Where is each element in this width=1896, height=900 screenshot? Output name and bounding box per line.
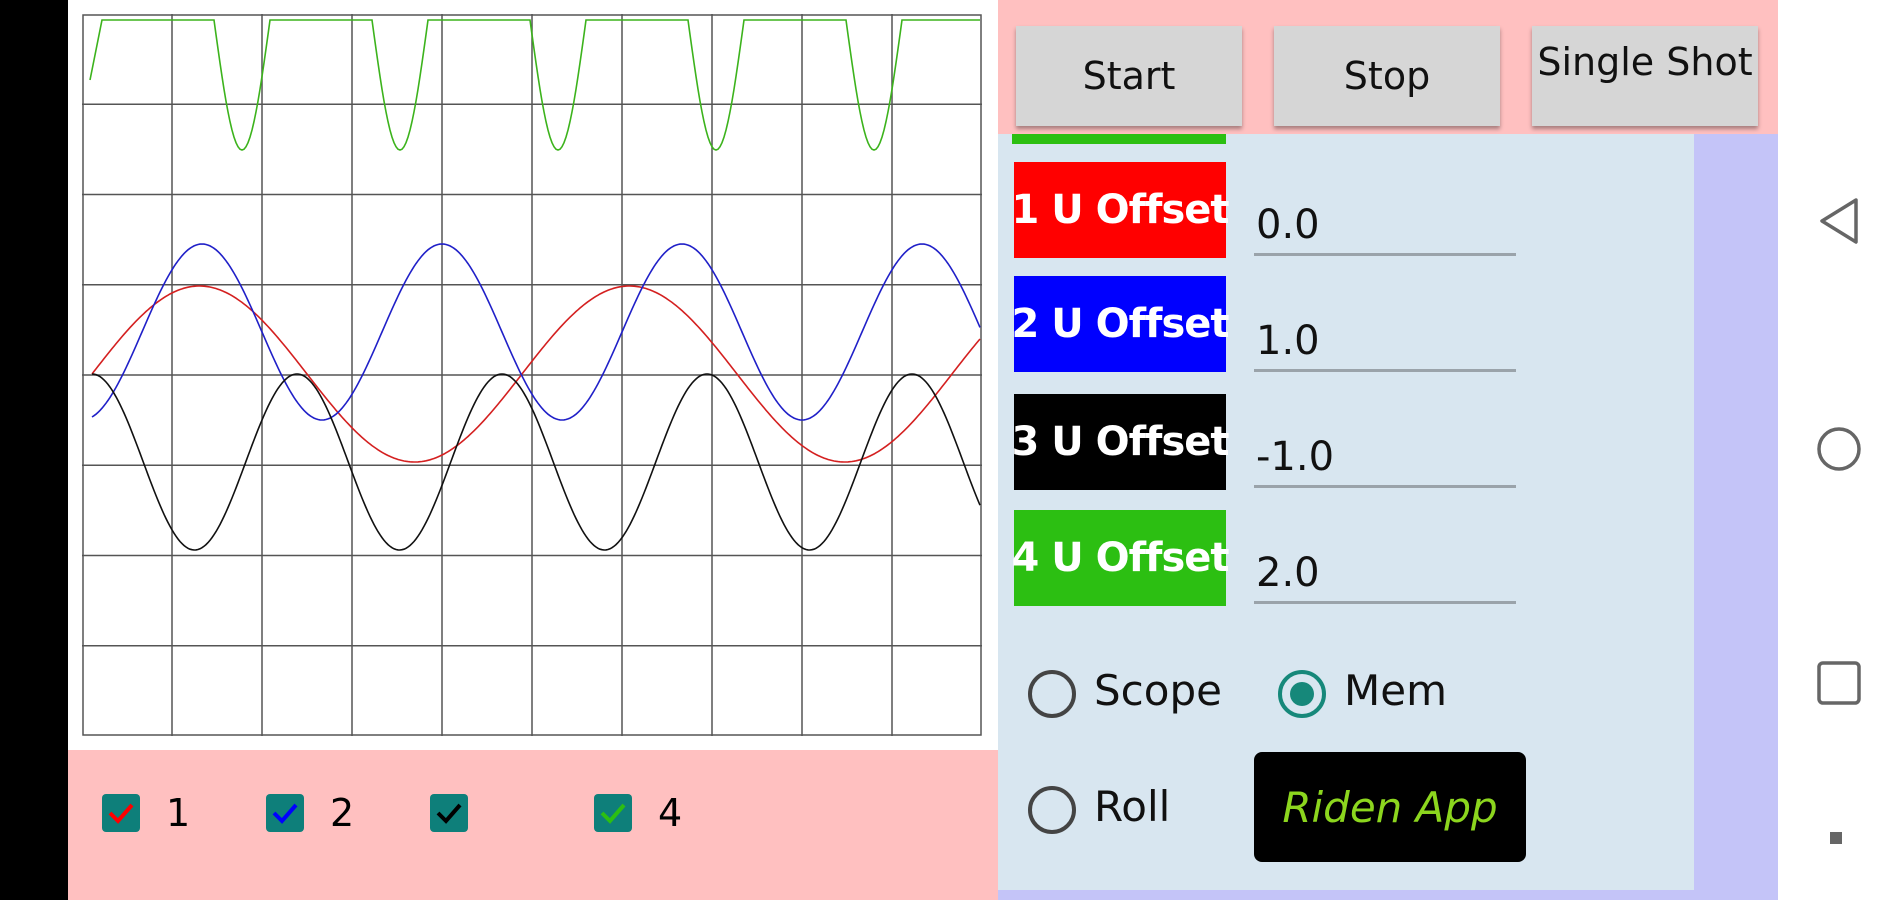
scrolled-item-edge — [1012, 134, 1226, 144]
offset-input-channel-1[interactable]: 0.0 — [1254, 196, 1516, 256]
trace-channel-4 — [89, 19, 980, 151]
trace-channel-1 — [91, 285, 981, 463]
start-button[interactable]: Start — [1016, 26, 1242, 126]
scope-mode-label: Scope — [1094, 666, 1222, 715]
offset-input-channel-2[interactable]: 1.0 — [1254, 312, 1516, 372]
mem-mode-label: Mem — [1344, 666, 1447, 715]
checkbox-channel-2[interactable] — [266, 794, 304, 832]
offset-label-channel-2: 2 U Offset — [1011, 276, 1230, 372]
scope-mode-radio[interactable] — [1028, 670, 1076, 718]
checkbox-channel-4[interactable] — [594, 794, 632, 832]
checkmark-icon — [272, 803, 298, 824]
channel-4-toggle[interactable]: 4 — [576, 752, 724, 874]
mem-mode-radio[interactable] — [1278, 670, 1326, 718]
checkmark-icon — [600, 803, 626, 824]
riden-app-button[interactable]: Riden App — [1254, 752, 1526, 862]
checkbox-channel-3[interactable] — [430, 794, 468, 832]
offset-input-channel-3[interactable]: -1.0 — [1254, 428, 1516, 488]
scope-grid — [82, 14, 982, 736]
radio-selected-dot — [1290, 682, 1314, 706]
channel-2-toggle[interactable]: 2 — [248, 752, 396, 874]
channel-1-label: 1 — [166, 791, 191, 835]
checkmark-icon — [436, 803, 462, 824]
offset-label-channel-1: 1 U Offset — [1011, 162, 1230, 258]
roll-mode-radio[interactable] — [1028, 786, 1076, 834]
checkmark-icon — [108, 803, 134, 824]
channel-4-label: 4 — [658, 791, 683, 835]
stop-button[interactable]: Stop — [1274, 26, 1500, 126]
roll-mode-label: Roll — [1094, 782, 1171, 831]
channel-1-toggle[interactable]: 1 — [84, 752, 232, 874]
recents-square-icon[interactable] — [1816, 660, 1862, 706]
single-shot-button[interactable]: Single Shot — [1532, 26, 1758, 126]
trace-channel-2 — [91, 243, 981, 421]
home-circle-icon[interactable] — [1816, 426, 1862, 472]
scroll-track — [1694, 134, 1778, 900]
channel-3-toggle[interactable] — [412, 752, 560, 874]
offset-label-channel-3: 3 U Offset — [1011, 394, 1230, 490]
channel-2-label: 2 — [330, 791, 355, 835]
checkbox-channel-1[interactable] — [102, 794, 140, 832]
bottom-border-strip — [998, 890, 1778, 900]
left-black-edge — [0, 0, 68, 900]
offset-input-channel-4[interactable]: 2.0 — [1254, 544, 1516, 604]
offset-label-channel-4: 4 U Offset — [1011, 510, 1230, 606]
back-triangle-icon[interactable] — [1816, 196, 1862, 246]
oscilloscope-screen[interactable] — [82, 14, 982, 736]
nav-handle-dot — [1830, 832, 1842, 844]
